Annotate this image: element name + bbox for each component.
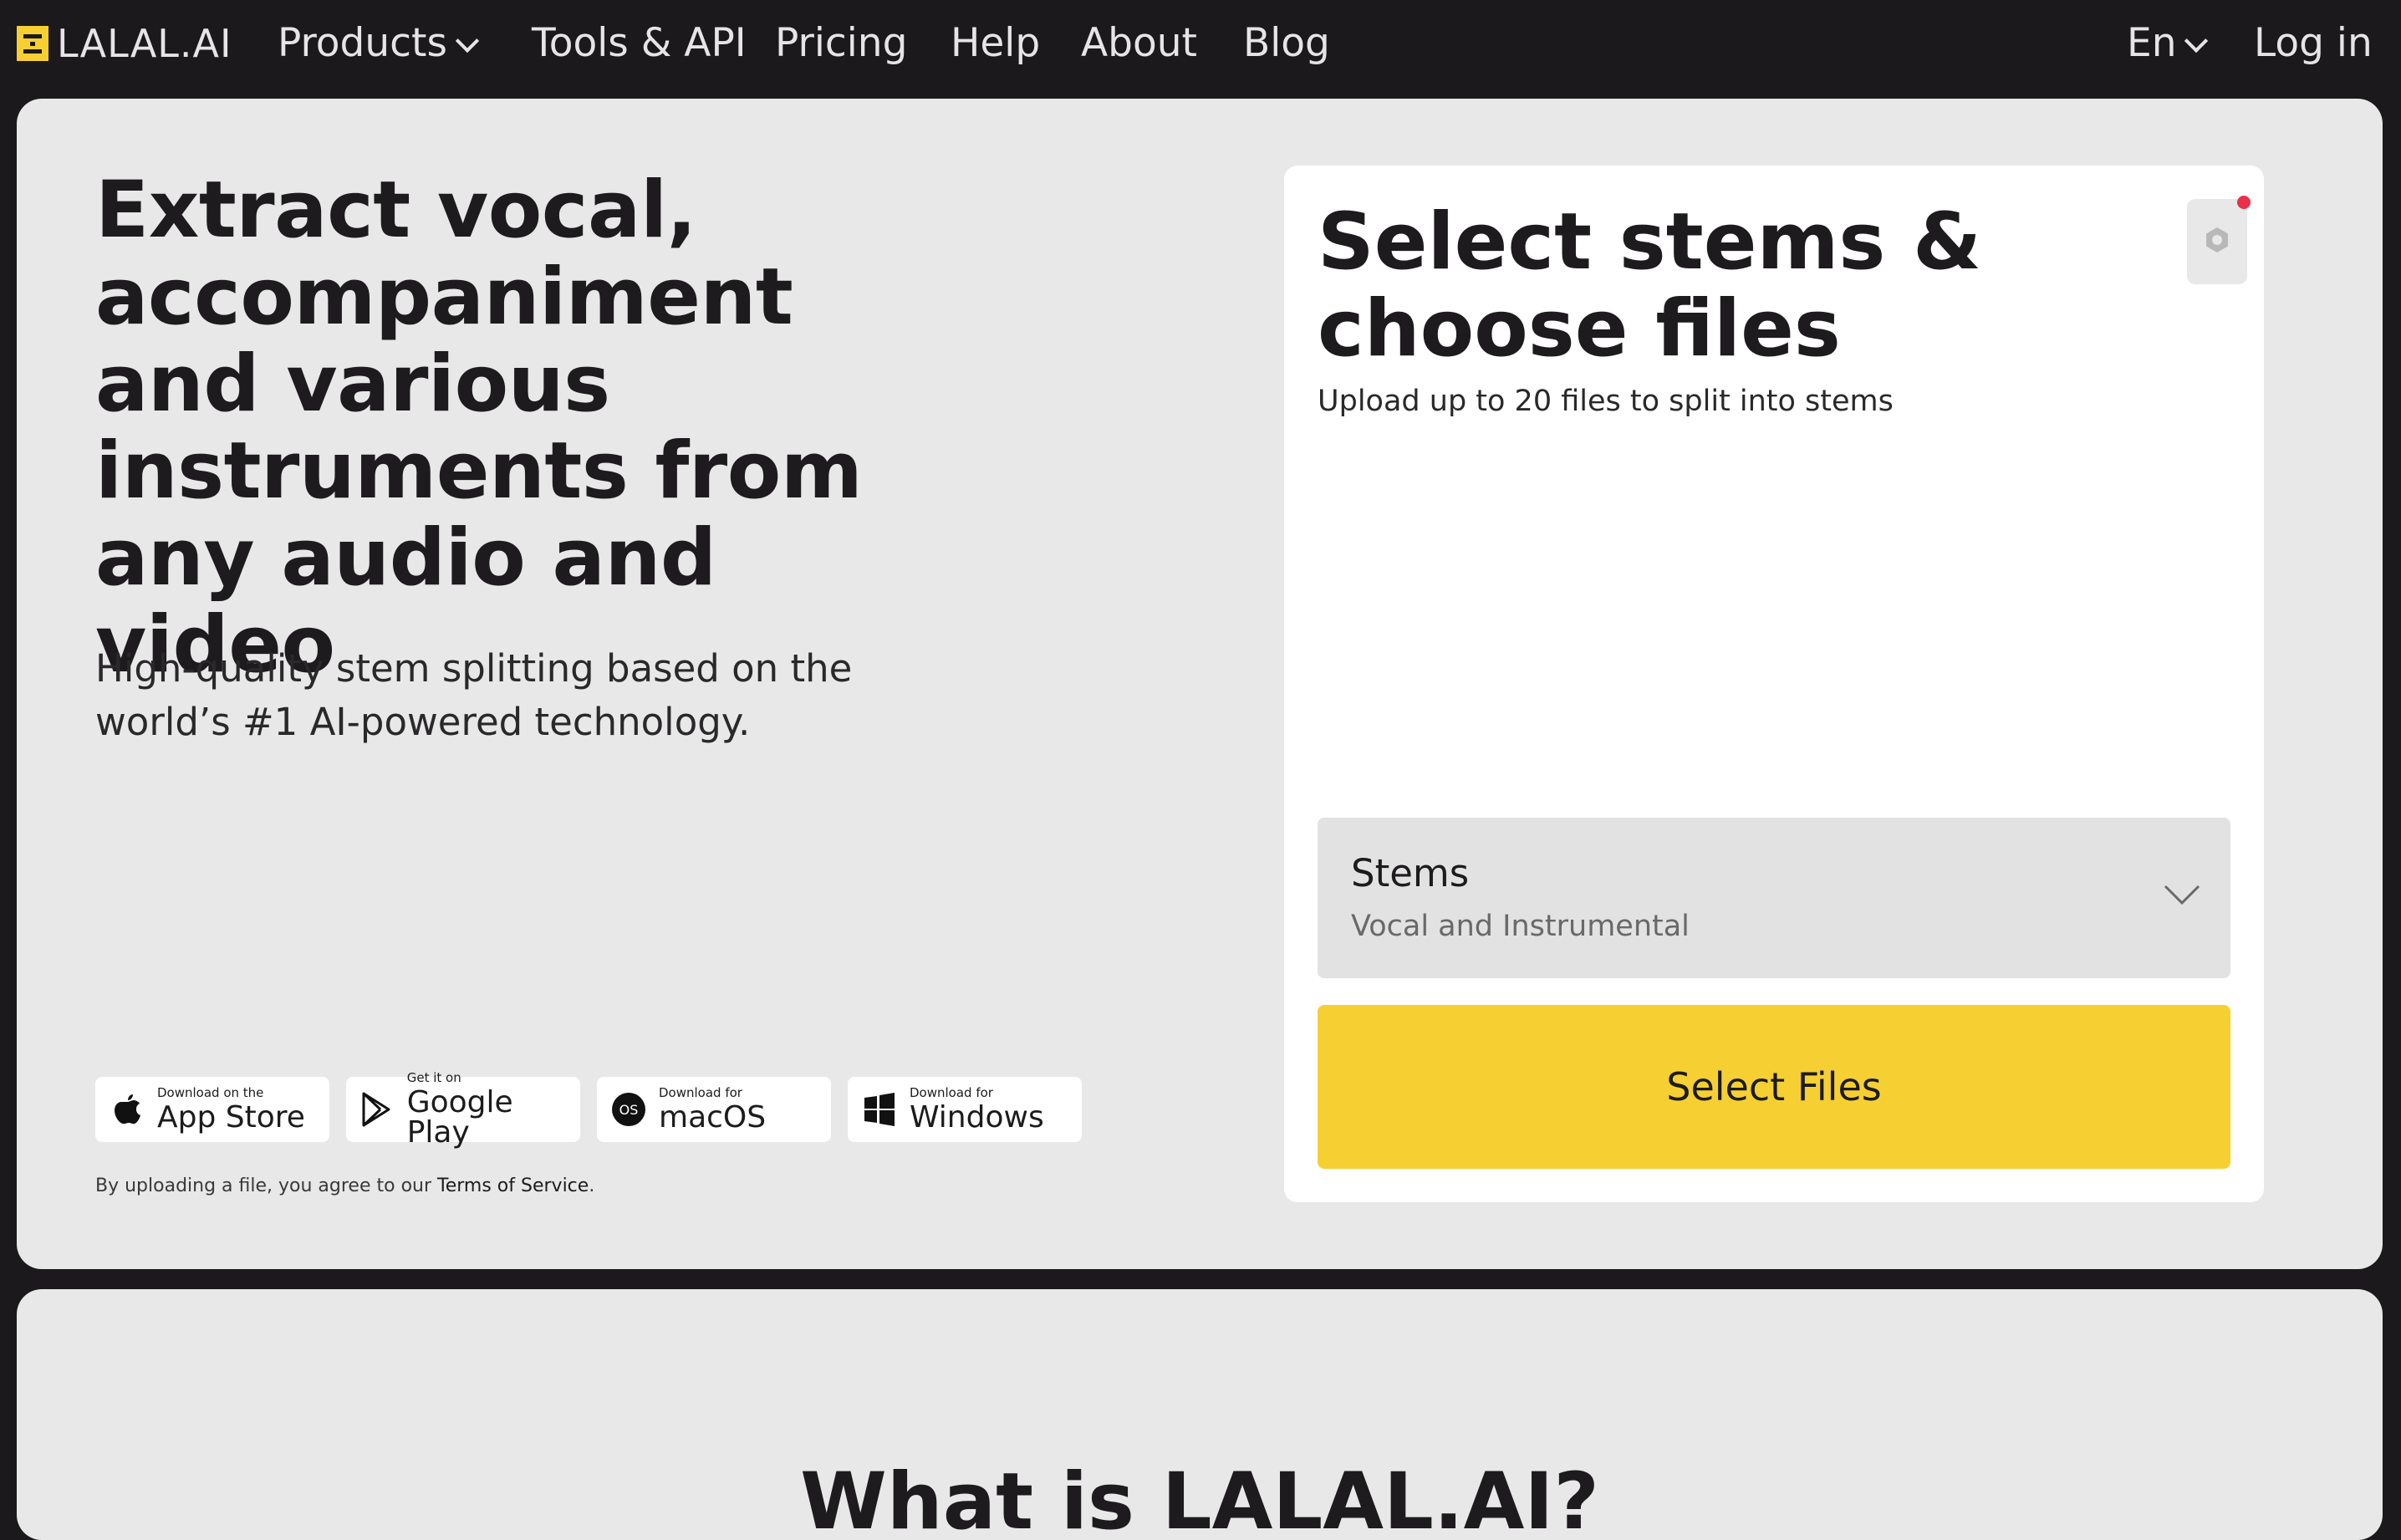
stems-value: Vocal and Instrumental bbox=[1351, 910, 1690, 943]
nav-about[interactable]: About bbox=[1081, 20, 1197, 67]
terms-prefix: By uploading a file, you agree to our bbox=[95, 1175, 438, 1196]
app-store-button[interactable]: Download on the App Store bbox=[95, 1077, 329, 1142]
hero-subline: High-quality stem splitting based on the… bbox=[95, 646, 853, 744]
nav-about-label: About bbox=[1081, 20, 1197, 66]
language-selector[interactable]: En bbox=[2127, 20, 2209, 67]
nav-tools-api-label: Tools & API bbox=[532, 20, 747, 66]
windows-icon bbox=[861, 1091, 898, 1128]
settings-button[interactable] bbox=[2187, 196, 2251, 284]
macos-small: Download for bbox=[659, 1084, 742, 1100]
chevron-down-icon bbox=[2162, 875, 2202, 915]
chevron-down-icon bbox=[455, 28, 480, 54]
chevron-down-icon bbox=[2184, 28, 2209, 54]
windows-big: Windows bbox=[910, 1099, 1044, 1135]
macos-button[interactable]: OS Download for macOS bbox=[597, 1077, 831, 1142]
upload-title: Select stems & choose files bbox=[1318, 196, 1982, 375]
google-play-icon bbox=[359, 1091, 395, 1128]
nav-pricing[interactable]: Pricing bbox=[775, 20, 907, 67]
google-play-big: Google Play bbox=[406, 1084, 513, 1150]
what-is-section: What is LALAL.AI? bbox=[17, 1289, 2383, 1540]
gear-icon bbox=[2202, 225, 2232, 258]
nav-help[interactable]: Help bbox=[951, 20, 1040, 67]
apple-icon bbox=[109, 1091, 145, 1128]
windows-small: Download for bbox=[910, 1084, 993, 1100]
terms-of-service-link[interactable]: Terms of Service bbox=[437, 1175, 589, 1196]
select-files-button[interactable]: Select Files bbox=[1318, 1005, 2230, 1169]
macos-big: macOS bbox=[659, 1099, 767, 1135]
hero-section: Extract vocal, accompaniment and various… bbox=[17, 99, 2383, 1269]
nav-blog-label: Blog bbox=[1243, 20, 1330, 66]
logo-mark-icon bbox=[17, 26, 48, 61]
top-navigation: LALAL.AI Products Tools & API Pricing He… bbox=[0, 0, 2401, 99]
login-link[interactable]: Log in bbox=[2254, 20, 2373, 67]
svg-text:OS: OS bbox=[619, 1102, 639, 1118]
language-label: En bbox=[2127, 20, 2177, 66]
terms-notice: By uploading a file, you agree to our Te… bbox=[95, 1175, 594, 1196]
login-label: Log in bbox=[2254, 20, 2373, 66]
logo-text: LALAL.AI bbox=[57, 21, 232, 66]
google-play-button[interactable]: Get it on Google Play bbox=[346, 1071, 580, 1147]
nav-pricing-label: Pricing bbox=[775, 20, 908, 66]
stems-dropdown[interactable]: Stems Vocal and Instrumental bbox=[1318, 818, 2230, 978]
store-buttons: Download on the App Store Get it on Goog… bbox=[95, 1071, 1082, 1147]
nav-blog[interactable]: Blog bbox=[1243, 20, 1330, 67]
terms-suffix: . bbox=[589, 1175, 595, 1196]
nav-products-label: Products bbox=[278, 20, 447, 66]
nav-help-label: Help bbox=[951, 20, 1041, 66]
app-store-big: App Store bbox=[157, 1099, 305, 1135]
upload-panel: Select stems & choose files Upload up to… bbox=[1284, 166, 2264, 1202]
nav-tools-api[interactable]: Tools & API bbox=[532, 20, 747, 67]
upload-subtitle: Upload up to 20 files to split into stem… bbox=[1318, 385, 1894, 418]
nav-products[interactable]: Products bbox=[278, 20, 480, 67]
what-is-title: What is LALAL.AI? bbox=[800, 1456, 1599, 1540]
logo[interactable]: LALAL.AI bbox=[17, 21, 232, 66]
hero-headline: Extract vocal, accompaniment and various… bbox=[95, 165, 863, 691]
stems-label: Stems bbox=[1351, 851, 1470, 895]
app-store-small: Download on the bbox=[157, 1084, 264, 1100]
macos-icon: OS bbox=[610, 1091, 647, 1128]
google-play-small: Get it on bbox=[406, 1069, 461, 1085]
notification-dot bbox=[2237, 196, 2251, 209]
windows-button[interactable]: Download for Windows bbox=[848, 1077, 1082, 1142]
